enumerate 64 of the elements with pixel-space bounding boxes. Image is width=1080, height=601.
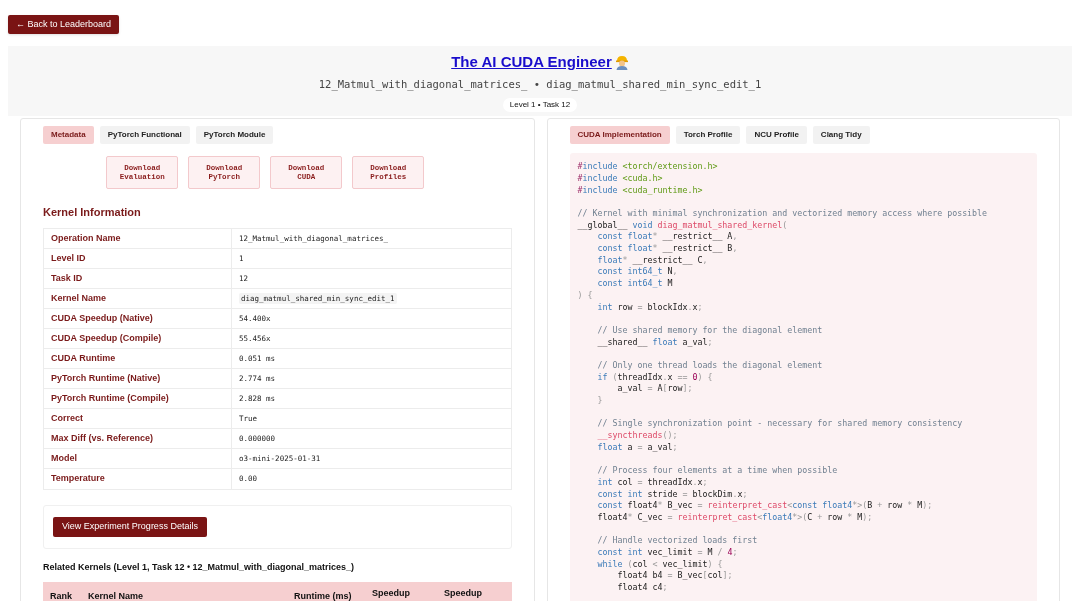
worker-icon bbox=[614, 55, 629, 70]
code-line: const float* __restrict__ A, bbox=[596, 231, 739, 244]
code-line: ) { bbox=[577, 289, 594, 302]
row-label: Operation Name bbox=[51, 231, 121, 245]
code-line: int col = threadIdx.x; bbox=[596, 476, 709, 489]
row-label: Task ID bbox=[51, 271, 83, 285]
tab[interactable]: PyTorch Module bbox=[195, 126, 274, 145]
code-line: while (col < vec_limit) { bbox=[596, 558, 724, 571]
code-line: float4 b4 = B_vec[col]; bbox=[616, 570, 734, 582]
code-line: #include <torch/extension.h> bbox=[577, 161, 719, 173]
progress-button[interactable]: View Experiment Progress Details bbox=[53, 516, 207, 537]
column-header: Kernel Name bbox=[88, 591, 144, 601]
column-header: Speedup bbox=[444, 588, 482, 599]
code-line: #include <cuda.h> bbox=[577, 172, 664, 185]
row-label: CUDA Runtime bbox=[51, 351, 116, 365]
code-line: __global__ void diag_matmul_shared_kernel( bbox=[577, 219, 789, 232]
code-line: const float* __restrict__ B, bbox=[596, 243, 739, 255]
row-label: Model bbox=[51, 451, 77, 465]
row-label: Level ID bbox=[51, 251, 86, 265]
tab[interactable]: Torch Profile bbox=[675, 126, 741, 145]
code-line: const int stride = blockDim.x; bbox=[596, 488, 749, 501]
column-header: Rank bbox=[50, 591, 72, 601]
row-label: Temperature bbox=[51, 472, 105, 485]
row-label: Max Diff (vs. Reference) bbox=[51, 431, 154, 445]
code-line: // Handle vectorized loads first bbox=[596, 535, 759, 547]
tab[interactable]: CUDA Implementation bbox=[569, 126, 670, 145]
code-line: float4* C_vec = reinterpret_cast<float4*>(C + row * M); bbox=[596, 511, 874, 524]
code-line: #include <cuda_runtime.h> bbox=[577, 184, 704, 197]
tab[interactable]: PyTorch Functional bbox=[99, 126, 190, 145]
code-line: __shared__ float a_val; bbox=[596, 336, 714, 349]
level-task-pill: Level 1 • Task 12 bbox=[502, 97, 578, 112]
tab[interactable]: NCU Profile bbox=[746, 126, 807, 145]
section-heading: Related Kernels (Level 1, Task 12 • 12_Matmul_with_diagonal_matrices_) bbox=[43, 560, 356, 574]
code-line: float4 c4; bbox=[616, 582, 669, 594]
tab[interactable]: Clang Tidy bbox=[812, 126, 870, 145]
code-line: } bbox=[596, 395, 604, 407]
column-header: Speedup bbox=[372, 588, 410, 599]
code-line: if (threadIdx.x == 0) { bbox=[596, 371, 714, 384]
code-line: // Single synchronization point - necessary for shared memory consistency bbox=[596, 418, 964, 431]
page-title[interactable]: The AI CUDA Engineer bbox=[451, 51, 629, 74]
row-label: PyTorch Runtime (Native) bbox=[51, 371, 161, 385]
code-line: // Process four elements at a time when possible bbox=[596, 465, 839, 477]
row-label: PyTorch Runtime (Compile) bbox=[51, 391, 169, 405]
code-line: float* __restrict__ C, bbox=[596, 254, 709, 267]
column-header: Runtime (ms) bbox=[294, 591, 352, 601]
code-line: const int vec_limit = M / 4; bbox=[596, 546, 739, 559]
code-line: const float4* B_vec = reinterpret_cast<const float4*>(B + row * M); bbox=[596, 500, 934, 512]
code-line: __syncthreads(); bbox=[596, 430, 679, 442]
code-line: a_val = A[row]; bbox=[616, 383, 694, 395]
page-subtitle: 12_Matmul_with_diagonal_matrices_ • diag_matmul_shared_min_sync_edit_1 bbox=[318, 76, 762, 93]
row-label: CUDA Speedup (Native) bbox=[51, 311, 153, 325]
code-line: // Kernel with minimal synchronization and vectorized memory access where possible bbox=[577, 208, 989, 220]
code-line: float a = a_val; bbox=[596, 441, 679, 454]
row-label: Correct bbox=[51, 411, 83, 425]
back-button[interactable]: ← Back to Leaderboard bbox=[8, 15, 120, 35]
section-heading: Kernel Information bbox=[43, 205, 142, 221]
code-line: int row = blockIdx.x; bbox=[596, 301, 704, 314]
tab[interactable]: Metadata bbox=[43, 126, 94, 145]
row-label: CUDA Speedup (Compile) bbox=[51, 331, 162, 345]
code-line: const int64_t N, bbox=[596, 266, 679, 279]
row-label: Kernel Name bbox=[51, 291, 107, 305]
code-line: const int64_t M bbox=[596, 278, 674, 290]
code-line: // Use shared memory for the diagonal element bbox=[596, 324, 824, 337]
code-line: // Only one thread loads the diagonal element bbox=[596, 359, 824, 372]
